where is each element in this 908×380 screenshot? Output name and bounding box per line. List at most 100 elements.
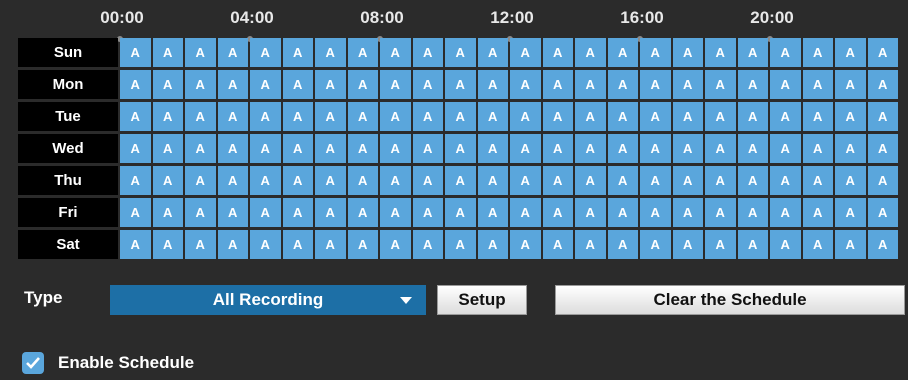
schedule-slot[interactable]: A [217, 38, 248, 67]
schedule-slot[interactable]: A [737, 102, 768, 131]
schedule-slot[interactable]: A [477, 230, 508, 259]
type-select[interactable]: All Recording [110, 285, 426, 315]
schedule-slot[interactable]: A [185, 166, 216, 195]
schedule-slot[interactable]: A [835, 38, 866, 67]
schedule-slot[interactable]: A [835, 230, 866, 259]
schedule-slot[interactable]: A [282, 134, 313, 163]
schedule-slot[interactable]: A [737, 38, 768, 67]
schedule-slot[interactable]: A [282, 166, 313, 195]
schedule-slot[interactable]: A [185, 230, 216, 259]
schedule-slot[interactable]: A [445, 198, 476, 227]
schedule-slot[interactable]: A [770, 230, 801, 259]
schedule-slot[interactable]: A [445, 102, 476, 131]
schedule-slot[interactable]: A [640, 198, 671, 227]
schedule-slot[interactable]: A [250, 166, 281, 195]
schedule-slot[interactable]: A [120, 166, 151, 195]
schedule-slot[interactable]: A [445, 70, 476, 99]
schedule-slot[interactable]: A [477, 198, 508, 227]
schedule-slot[interactable]: A [802, 230, 833, 259]
schedule-slot[interactable]: A [380, 38, 411, 67]
schedule-slot[interactable]: A [802, 38, 833, 67]
schedule-slot[interactable]: A [607, 230, 638, 259]
schedule-slot[interactable]: A [770, 38, 801, 67]
schedule-slot[interactable]: A [607, 134, 638, 163]
schedule-slot[interactable]: A [477, 102, 508, 131]
schedule-slot[interactable]: A [152, 230, 183, 259]
schedule-slot[interactable]: A [737, 70, 768, 99]
schedule-slot[interactable]: A [445, 134, 476, 163]
schedule-slot[interactable]: A [705, 102, 736, 131]
schedule-slot[interactable]: A [542, 70, 573, 99]
schedule-slot[interactable]: A [347, 70, 378, 99]
schedule-slot[interactable]: A [315, 70, 346, 99]
schedule-slot[interactable]: A [510, 102, 541, 131]
schedule-slot[interactable]: A [380, 166, 411, 195]
schedule-slot[interactable]: A [867, 230, 898, 259]
schedule-slot[interactable]: A [282, 38, 313, 67]
schedule-slot[interactable]: A [412, 198, 443, 227]
schedule-slot[interactable]: A [835, 70, 866, 99]
schedule-slot[interactable]: A [770, 102, 801, 131]
schedule-slot[interactable]: A [152, 198, 183, 227]
schedule-slot[interactable]: A [120, 102, 151, 131]
schedule-slot[interactable]: A [347, 166, 378, 195]
schedule-slot[interactable]: A [607, 38, 638, 67]
schedule-slot[interactable]: A [705, 38, 736, 67]
schedule-slot[interactable]: A [347, 134, 378, 163]
schedule-slot[interactable]: A [412, 230, 443, 259]
schedule-slot[interactable]: A [640, 38, 671, 67]
clear-schedule-button[interactable]: Clear the Schedule [555, 285, 905, 315]
schedule-slot[interactable]: A [575, 102, 606, 131]
schedule-slot[interactable]: A [315, 134, 346, 163]
schedule-slot[interactable]: A [737, 166, 768, 195]
schedule-slot[interactable]: A [575, 38, 606, 67]
checkbox-checked-icon[interactable] [22, 352, 44, 374]
schedule-slot[interactable]: A [672, 198, 703, 227]
schedule-slot[interactable]: A [380, 198, 411, 227]
schedule-slot[interactable]: A [867, 38, 898, 67]
schedule-slot[interactable]: A [640, 134, 671, 163]
schedule-slot[interactable]: A [802, 134, 833, 163]
schedule-slot[interactable]: A [867, 102, 898, 131]
schedule-slot[interactable]: A [867, 70, 898, 99]
schedule-slot[interactable]: A [575, 166, 606, 195]
schedule-slot[interactable]: A [672, 70, 703, 99]
schedule-slot[interactable]: A [380, 230, 411, 259]
schedule-slot[interactable]: A [510, 198, 541, 227]
schedule-slot[interactable]: A [672, 230, 703, 259]
schedule-slot[interactable]: A [347, 198, 378, 227]
schedule-slot[interactable]: A [542, 198, 573, 227]
schedule-slot[interactable]: A [770, 198, 801, 227]
schedule-slot[interactable]: A [640, 102, 671, 131]
schedule-slot[interactable]: A [477, 38, 508, 67]
schedule-slot[interactable]: A [185, 38, 216, 67]
schedule-slot[interactable]: A [412, 102, 443, 131]
schedule-slot[interactable]: A [380, 102, 411, 131]
schedule-slot[interactable]: A [380, 70, 411, 99]
schedule-slot[interactable]: A [575, 70, 606, 99]
schedule-slot[interactable]: A [445, 38, 476, 67]
schedule-slot[interactable]: A [250, 38, 281, 67]
schedule-slot[interactable]: A [542, 102, 573, 131]
schedule-slot[interactable]: A [347, 38, 378, 67]
schedule-slot[interactable]: A [672, 134, 703, 163]
schedule-slot[interactable]: A [705, 198, 736, 227]
schedule-slot[interactable]: A [867, 134, 898, 163]
schedule-slot[interactable]: A [217, 198, 248, 227]
schedule-slot[interactable]: A [347, 102, 378, 131]
schedule-slot[interactable]: A [315, 230, 346, 259]
schedule-slot[interactable]: A [120, 134, 151, 163]
schedule-slot[interactable]: A [640, 230, 671, 259]
schedule-slot[interactable]: A [120, 70, 151, 99]
schedule-slot[interactable]: A [802, 198, 833, 227]
schedule-slot[interactable]: A [185, 198, 216, 227]
schedule-slot[interactable]: A [575, 134, 606, 163]
schedule-slot[interactable]: A [705, 70, 736, 99]
schedule-slot[interactable]: A [510, 38, 541, 67]
schedule-slot[interactable]: A [477, 166, 508, 195]
schedule-slot[interactable]: A [705, 230, 736, 259]
enable-schedule-toggle[interactable]: Enable Schedule [22, 352, 194, 374]
schedule-slot[interactable]: A [217, 166, 248, 195]
schedule-slot[interactable]: A [510, 134, 541, 163]
schedule-slot[interactable]: A [250, 102, 281, 131]
